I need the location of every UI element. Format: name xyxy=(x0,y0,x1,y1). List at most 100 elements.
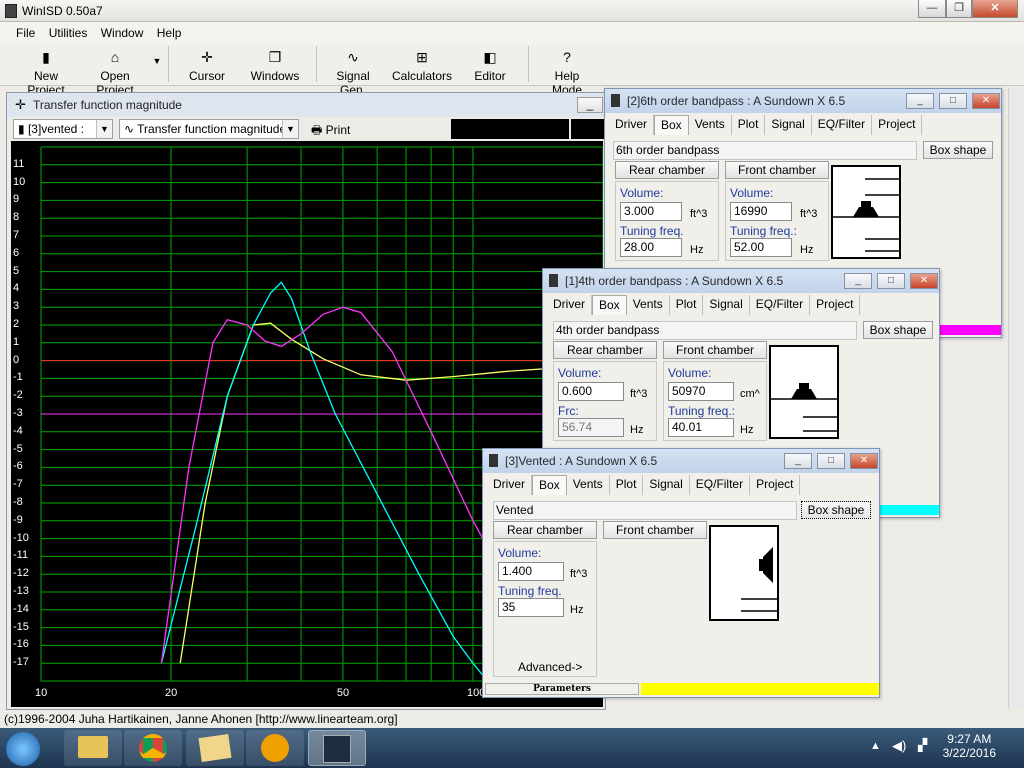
box-shape-button[interactable]: Box shape xyxy=(801,501,871,519)
box-diagram-4th xyxy=(769,345,839,439)
front-volume-input[interactable]: 16990 xyxy=(730,202,792,221)
tab-vents[interactable]: Vents xyxy=(567,475,610,495)
tab-plot[interactable]: Plot xyxy=(732,115,766,135)
y-tick-label: -17 xyxy=(13,656,29,669)
menu-utilities[interactable]: Utilities xyxy=(49,26,88,40)
tab-plot[interactable]: Plot xyxy=(610,475,644,495)
front-chamber-button[interactable]: Front chamber xyxy=(725,161,829,179)
tray-clock[interactable]: 9:27 AM 3/22/2016 xyxy=(943,732,996,760)
tab-project[interactable]: Project xyxy=(750,475,801,495)
clock-time: 9:27 AM xyxy=(947,732,992,746)
print-button[interactable]: 🖶 Print xyxy=(311,121,350,142)
volume-icon[interactable]: ◀) xyxy=(892,738,906,754)
tab-box[interactable]: Box xyxy=(532,475,567,495)
front-volume-input[interactable]: 50970 xyxy=(668,382,734,401)
tuning-unit: Hz xyxy=(570,604,584,616)
win3-minimize-button[interactable]: _ xyxy=(784,453,812,469)
win6-close-button[interactable]: ✕ xyxy=(972,93,1000,109)
tab-box[interactable]: Box xyxy=(654,115,689,135)
tray-expand-icon[interactable]: ▲ xyxy=(870,740,881,752)
menu-window[interactable]: Window xyxy=(101,26,144,40)
open-project-dropdown[interactable]: ▼ xyxy=(150,56,164,66)
box-diagram-6th xyxy=(831,165,901,259)
win6-minimize-button[interactable]: _ xyxy=(906,93,934,109)
rear-chamber-button[interactable]: Rear chamber xyxy=(615,161,719,179)
tab-vents[interactable]: Vents xyxy=(627,295,670,315)
tab-project[interactable]: Project xyxy=(810,295,861,315)
project-select[interactable]: ▮ [3]vented : ▼ xyxy=(13,119,113,139)
front-tuning-input[interactable]: 40.01 xyxy=(668,418,734,437)
help-icon: ? xyxy=(563,49,571,65)
tab-driver[interactable]: Driver xyxy=(487,475,532,495)
taskbar-explorer[interactable] xyxy=(64,730,122,766)
minimize-button[interactable]: — xyxy=(918,0,946,18)
toolbar-separator xyxy=(528,46,529,82)
cursor-label: Cursor xyxy=(188,69,225,83)
box-shape-button[interactable]: Box shape xyxy=(923,141,993,159)
cursor-button[interactable]: ✛ Cursor xyxy=(180,48,234,83)
volume-input[interactable]: 1.400 xyxy=(498,562,564,581)
tab-driver[interactable]: Driver xyxy=(547,295,592,315)
front-chamber-button[interactable]: Front chamber xyxy=(603,521,707,539)
taskbar-files[interactable] xyxy=(186,730,244,766)
tab-plot[interactable]: Plot xyxy=(670,295,704,315)
start-button[interactable] xyxy=(6,732,40,766)
volume-unit: ft^3 xyxy=(570,568,588,580)
tab-signal[interactable]: Signal xyxy=(765,115,812,135)
editor-button[interactable]: ◧ Editor xyxy=(466,48,514,83)
open-project-button[interactable]: ⌂ Open Project xyxy=(82,48,148,97)
main-vertical-scrollbar[interactable] xyxy=(1008,88,1024,708)
y-tick-label: -5 xyxy=(13,442,23,455)
toolbar-separator xyxy=(316,46,317,82)
taskbar: ▲ ◀) ▞ 9:27 AM 3/22/2016 xyxy=(0,728,1024,768)
speaker-box-icon xyxy=(549,274,558,287)
advanced-button[interactable]: Advanced-> xyxy=(518,660,582,674)
box-diagram-vented xyxy=(709,525,779,621)
rear-chamber-button[interactable]: Rear chamber xyxy=(553,341,657,359)
help-mode-button[interactable]: ? Help Mode xyxy=(538,48,596,97)
network-icon[interactable]: ▞ xyxy=(918,738,927,752)
rear-volume-input[interactable]: 0.600 xyxy=(558,382,624,401)
y-tick-label: -15 xyxy=(13,620,29,633)
y-tick-label: -13 xyxy=(13,585,29,597)
y-tick-label: 9 xyxy=(13,193,20,206)
tab-signal[interactable]: Signal xyxy=(703,295,750,315)
close-button[interactable]: ✕ xyxy=(972,0,1018,18)
tab-driver[interactable]: Driver xyxy=(609,115,654,135)
win4-maximize-button[interactable]: □ xyxy=(877,273,905,289)
winisd-icon xyxy=(323,735,351,763)
crosshair-icon: ✛ xyxy=(201,49,213,65)
plot-type-select[interactable]: ∿ Transfer function magnitude ▼ xyxy=(119,119,299,139)
front-tuning-input[interactable]: 52.00 xyxy=(730,238,792,257)
restore-button[interactable]: ❐ xyxy=(946,0,972,18)
taskbar-winisd[interactable] xyxy=(308,730,366,766)
tab-signal[interactable]: Signal xyxy=(643,475,690,495)
signal-gen-button[interactable]: ∿ Signal Gen. xyxy=(322,48,384,97)
win6-maximize-button[interactable]: □ xyxy=(939,93,967,109)
tab-eq-filter[interactable]: EQ/Filter xyxy=(690,475,751,495)
tab-vents[interactable]: Vents xyxy=(689,115,732,135)
windows-button[interactable]: ❐ Windows xyxy=(246,48,304,83)
y-tick-label: 1 xyxy=(13,335,20,348)
win3-close-button[interactable]: ✕ xyxy=(850,453,878,469)
menu-file[interactable]: File xyxy=(16,26,35,40)
tab-eq-filter[interactable]: EQ/Filter xyxy=(750,295,811,315)
rear-chamber-button[interactable]: Rear chamber xyxy=(493,521,597,539)
taskbar-chrome[interactable] xyxy=(124,730,182,766)
tf-minimize-button[interactable]: _ xyxy=(577,97,603,113)
tuning-input[interactable]: 35 xyxy=(498,598,564,617)
box-shape-button[interactable]: Box shape xyxy=(863,321,933,339)
new-project-button[interactable]: ▮ New Project xyxy=(14,48,78,97)
rear-volume-input[interactable]: 3.000 xyxy=(620,202,682,221)
tab-box[interactable]: Box xyxy=(592,295,627,315)
tab-project[interactable]: Project xyxy=(872,115,923,135)
tab-eq-filter[interactable]: EQ/Filter xyxy=(812,115,873,135)
rear-tuning-input[interactable]: 28.00 xyxy=(620,238,682,257)
front-chamber-button[interactable]: Front chamber xyxy=(663,341,767,359)
taskbar-audio-app[interactable] xyxy=(246,730,304,766)
menu-help[interactable]: Help xyxy=(157,26,182,40)
win3-maximize-button[interactable]: □ xyxy=(817,453,845,469)
win4-close-button[interactable]: ✕ xyxy=(910,273,938,289)
win4-minimize-button[interactable]: _ xyxy=(844,273,872,289)
calculators-button[interactable]: ⊞ Calculators xyxy=(392,48,452,83)
